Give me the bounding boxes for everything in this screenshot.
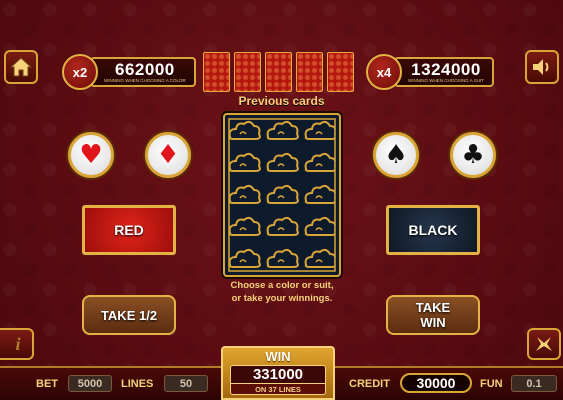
win-value: 331000 bbox=[230, 365, 326, 384]
win-title: WIN bbox=[265, 349, 291, 364]
dragon-icon bbox=[536, 337, 552, 351]
lines-value[interactable]: 50 bbox=[164, 375, 208, 392]
spades-button[interactable]: ♠ bbox=[373, 132, 419, 178]
face-down-card bbox=[223, 113, 341, 277]
spade-icon: ♠ bbox=[384, 140, 408, 170]
credit-label: CREDIT bbox=[349, 378, 390, 390]
bet-value[interactable]: 5000 bbox=[68, 375, 112, 392]
instructions-text: Choose a color or suit, or take your win… bbox=[200, 279, 364, 305]
take-win-label-line-2: WIN bbox=[420, 315, 446, 330]
lines-label: LINES bbox=[121, 378, 154, 390]
credit-value: 30000 bbox=[400, 373, 472, 393]
previous-card bbox=[296, 52, 323, 92]
card-back-pattern bbox=[228, 118, 336, 272]
home-icon bbox=[10, 57, 32, 77]
color-multiplier: x2 662000 Winning when choosing a color bbox=[62, 54, 196, 90]
heart-icon: ♥ bbox=[79, 140, 103, 170]
black-button[interactable]: BLACK bbox=[386, 205, 480, 255]
info-icon: i bbox=[15, 333, 21, 354]
suit-multiplier-badge: x4 bbox=[366, 54, 402, 90]
previous-cards-row bbox=[203, 52, 354, 92]
suit-multiplier-panel: 1324000 Winning when choosing a suit bbox=[394, 57, 495, 87]
speaker-icon bbox=[533, 59, 549, 75]
color-multiplier-panel: 662000 Winning when choosing a color bbox=[90, 57, 196, 87]
suit-win-caption: Winning when choosing a suit bbox=[408, 77, 485, 83]
sound-button[interactable] bbox=[525, 50, 559, 84]
suit-multiplier: x4 1324000 Winning when choosing a suit bbox=[366, 54, 495, 90]
color-win-caption: Winning when choosing a color bbox=[104, 77, 186, 83]
diamond-icon: ♦ bbox=[156, 140, 180, 170]
take-half-button[interactable]: TAKE 1/2 bbox=[82, 295, 176, 335]
win-panel: WIN 331000 ON 37 LINES bbox=[221, 346, 335, 400]
win-lines-text: ON 37 LINES bbox=[230, 384, 326, 395]
take-win-button[interactable]: TAKE WIN bbox=[386, 295, 480, 335]
fun-value: 0.1 bbox=[511, 375, 557, 392]
club-icon: ♣ bbox=[461, 140, 485, 170]
instructions-line-2: or take your winnings. bbox=[231, 293, 333, 304]
hearts-button[interactable]: ♥ bbox=[68, 132, 114, 178]
previous-card bbox=[327, 52, 354, 92]
instructions-line-1: Choose a color or suit, bbox=[230, 280, 334, 291]
fun-label: FUN bbox=[480, 378, 503, 390]
previous-card bbox=[234, 52, 261, 92]
previous-card bbox=[203, 52, 230, 92]
previous-cards-label: Previous cards bbox=[238, 94, 325, 108]
home-button[interactable] bbox=[4, 50, 38, 84]
bet-label: BET bbox=[36, 378, 58, 390]
color-win-value: 662000 bbox=[115, 59, 175, 79]
previous-card bbox=[265, 52, 292, 92]
suit-win-value: 1324000 bbox=[411, 59, 481, 79]
info-button[interactable]: i bbox=[0, 328, 34, 360]
red-button[interactable]: RED bbox=[82, 205, 176, 255]
diamonds-button[interactable]: ♦ bbox=[145, 132, 191, 178]
paytable-button[interactable] bbox=[527, 328, 561, 360]
color-multiplier-badge: x2 bbox=[62, 54, 98, 90]
clubs-button[interactable]: ♣ bbox=[450, 132, 496, 178]
take-win-label-line-1: TAKE bbox=[415, 300, 451, 315]
